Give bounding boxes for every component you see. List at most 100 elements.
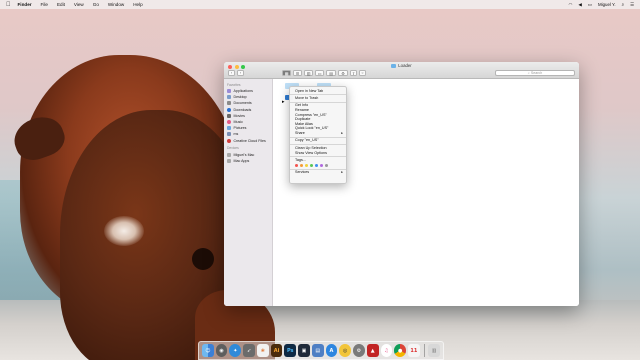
gallery-view-button[interactable]: ▭ [315, 70, 324, 76]
sidebar-item-disk[interactable]: Mac Apps [224, 158, 272, 164]
tag-purple[interactable] [319, 163, 324, 167]
tag-red[interactable] [295, 163, 299, 167]
menu-bar:  Finder File Edit View Go Window Help ◠… [0, 0, 640, 9]
menu-item-services[interactable]: Services ▸ [290, 170, 346, 175]
submenu-arrow-icon: ▸ [341, 131, 343, 135]
sidebar-item-label: Mac Apps [233, 158, 250, 163]
battery-icon[interactable]: ▭ [588, 2, 592, 8]
window-toolbar: ‹ › ▦ ☰ ▥ ▭ ▤ ⚙ ⇪ ○ ⌕ Search [228, 69, 575, 77]
music-icon [227, 120, 231, 125]
search-input[interactable]: ⌕ Search [495, 70, 575, 76]
finder-sidebar: Favorites Applications Desktop Documents… [224, 79, 273, 306]
tag-gray[interactable] [324, 163, 329, 167]
illustrator-icon[interactable]: Ai [270, 344, 283, 357]
menu-separator [290, 168, 346, 170]
menu-file[interactable]: File [41, 2, 48, 7]
menu-item-tags[interactable]: Tags... [290, 158, 346, 163]
pictures-icon [227, 126, 231, 131]
settings-icon[interactable]: ⚙ [353, 344, 365, 357]
menu-item-share-label: Share [295, 131, 305, 135]
submenu-arrow-icon: ▸ [341, 170, 343, 175]
photos-icon[interactable]: ❀ [256, 344, 269, 357]
sidebar-item-label: ms [233, 132, 239, 137]
preview-icon[interactable]: ▤ [311, 344, 324, 357]
menu-separator [290, 136, 346, 138]
sidebar-item-label: Pictures [233, 126, 247, 131]
itunes-icon[interactable]: ♫ [380, 344, 393, 357]
tag-blue[interactable] [314, 163, 319, 167]
wifi-icon[interactable]: ◠ [569, 2, 573, 8]
rocket-icon[interactable]: ➶ [243, 344, 255, 357]
forward-button[interactable]: › [237, 70, 244, 76]
window-titlebar[interactable]: Loader ‹ › ▦ ☰ ▥ ▭ ▤ ⚙ ⇪ ○ ⌕ Search [224, 62, 579, 79]
acrobat-icon[interactable]: ▲ [366, 344, 379, 357]
creative-cloud-icon [227, 138, 231, 143]
menu-user[interactable]: Miguel Y. [598, 2, 616, 7]
movies-icon [227, 113, 231, 118]
menu-edit[interactable]: Edit [57, 2, 65, 7]
sidebar-item-creative-cloud[interactable]: Creative Cloud Files [224, 138, 272, 144]
menu-item-copy[interactable]: Copy "en_US" [290, 138, 346, 143]
mouse-pointer-icon: ▸ [282, 99, 285, 105]
dock-separator [423, 344, 425, 357]
list-view-button[interactable]: ☰ [293, 70, 302, 76]
sidebar-item-label: Creative Cloud Files [233, 138, 266, 143]
google-chrome-icon[interactable]: ● [394, 344, 406, 357]
menu-view[interactable]: View [74, 2, 84, 7]
finder-window: Loader ‹ › ▦ ☰ ▥ ▭ ▤ ⚙ ⇪ ○ ⌕ Search Favo… [224, 62, 579, 306]
menu-item-move-to-trash[interactable]: Move to Trash [290, 96, 346, 101]
tag-green[interactable] [309, 163, 314, 167]
tag-orange[interactable] [299, 163, 304, 167]
quicktime-icon[interactable]: ▣ [298, 344, 310, 357]
dock: ☺ ◉ ✦ ➶ ❀ Ai Ps ▣ ▤ A ◎ ⚙ ▲ ♫ ● 11 ▥ [198, 341, 444, 360]
sidebar-item-label: Music [233, 120, 243, 125]
computer-icon [227, 152, 231, 157]
chrome-icon[interactable]: ◎ [339, 344, 352, 357]
photoshop-icon[interactable]: Ps [284, 344, 297, 357]
app-store-icon[interactable]: A [325, 344, 338, 357]
action-gear-button[interactable]: ⚙ [338, 70, 348, 76]
trash-icon[interactable]: ▥ [428, 344, 441, 357]
sidebar-item-label: Desktop [233, 95, 247, 100]
menu-item-show-view-options[interactable]: Show View Options [290, 151, 346, 156]
spotlight-icon[interactable]: ⌕ [622, 2, 624, 7]
menu-bar-status: ◠ ◀ ▭ Miguel Y. ⌕ ☰ [569, 2, 634, 8]
safari-icon[interactable]: ✦ [229, 344, 242, 357]
volume-icon[interactable]: ◀ [578, 2, 581, 8]
tag-yellow[interactable] [304, 163, 309, 167]
sidebar-item-label: Movies [233, 113, 245, 118]
downloads-icon [227, 107, 231, 112]
column-view-button[interactable]: ▥ [304, 70, 313, 76]
wallpaper-horse-star [104, 216, 144, 246]
share-button[interactable]: ⇪ [350, 70, 357, 76]
home-icon [227, 132, 231, 137]
wallpaper-horse-eye [192, 248, 214, 270]
folder-icon [391, 64, 397, 68]
context-menu: Open in New Tab Move to Trash Get Info R… [289, 86, 347, 184]
menu-item-share[interactable]: Share ▸ [290, 131, 346, 136]
icon-view-button[interactable]: ▦ [282, 70, 291, 76]
notification-icon[interactable]: ☰ [630, 2, 634, 8]
menu-app-name[interactable]: Finder [18, 2, 32, 7]
launchpad-icon[interactable]: ◉ [215, 344, 228, 357]
menu-help[interactable]: Help [133, 2, 142, 7]
menu-item-open-in-new-tab[interactable]: Open in New Tab [290, 89, 346, 94]
menu-separator [290, 101, 346, 103]
tags-button[interactable]: ○ [359, 70, 366, 76]
calendar-icon[interactable]: 11 [408, 344, 420, 357]
menu-window[interactable]: Window [108, 2, 124, 7]
tag-color-row [290, 163, 346, 168]
finder-icon[interactable]: ☺ [201, 344, 214, 357]
menu-separator [290, 144, 346, 145]
back-button[interactable]: ‹ [228, 70, 235, 76]
menu-go[interactable]: Go [93, 2, 99, 7]
sidebar-item-label: Documents [233, 101, 252, 106]
sidebar-favorites-header: Favorites [227, 82, 241, 87]
search-placeholder: Search [530, 71, 543, 75]
documents-icon [227, 101, 231, 106]
arrange-button[interactable]: ▤ [326, 70, 336, 76]
menu-item-services-label: Services [295, 170, 310, 175]
sidebar-item-label: Downloads [233, 107, 252, 112]
apple-menu-icon[interactable]:  [6, 2, 11, 8]
disk-icon [227, 158, 231, 163]
